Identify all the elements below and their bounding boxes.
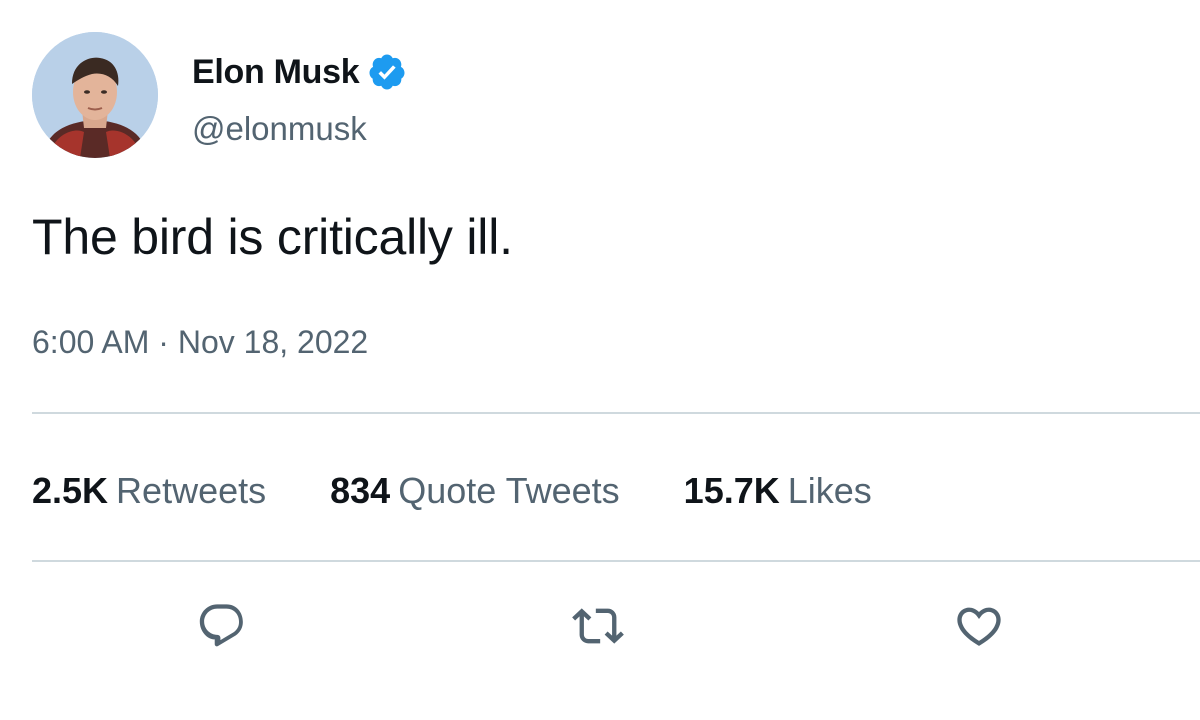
author-name-row: Elon Musk: [192, 50, 407, 94]
like-icon: [957, 607, 1001, 646]
author-block: Elon Musk @elonmusk: [192, 32, 407, 148]
author-handle[interactable]: @elonmusk: [192, 110, 407, 148]
like-button[interactable]: [951, 598, 1007, 654]
tweet-text: The bird is critically ill.: [32, 209, 513, 265]
retweet-icon: [572, 608, 624, 644]
divider: [32, 412, 1200, 414]
stat-label: Retweets: [116, 470, 267, 511]
reply-icon: [199, 604, 243, 647]
tweet-header: Elon Musk @elonmusk: [32, 32, 407, 162]
stat-count: 15.7K: [683, 470, 780, 511]
stat-count: 2.5K: [32, 470, 109, 511]
retweet-button[interactable]: [570, 598, 626, 654]
divider: [32, 560, 1200, 562]
reply-button[interactable]: [194, 598, 250, 654]
stat-retweets[interactable]: 2.5K Retweets: [32, 470, 266, 512]
stat-label: Likes: [787, 470, 872, 511]
verified-badge-icon: [367, 52, 407, 92]
stat-label: Quote Tweets: [398, 470, 620, 511]
stat-quote-tweets[interactable]: 834 Quote Tweets: [330, 470, 620, 512]
avatar[interactable]: [32, 32, 158, 158]
author-name[interactable]: Elon Musk: [192, 53, 360, 92]
tweet-stats: 2.5K Retweets 834 Quote Tweets 15.7K Lik…: [32, 470, 936, 512]
stat-count: 834: [330, 470, 391, 511]
tweet-card: Elon Musk @elonmusk The bird is critical…: [0, 0, 1200, 720]
tweet-timestamp[interactable]: 6:00 AM · Nov 18, 2022: [32, 324, 368, 361]
profile-photo: [32, 32, 158, 158]
stat-likes[interactable]: 15.7K Likes: [684, 470, 872, 512]
